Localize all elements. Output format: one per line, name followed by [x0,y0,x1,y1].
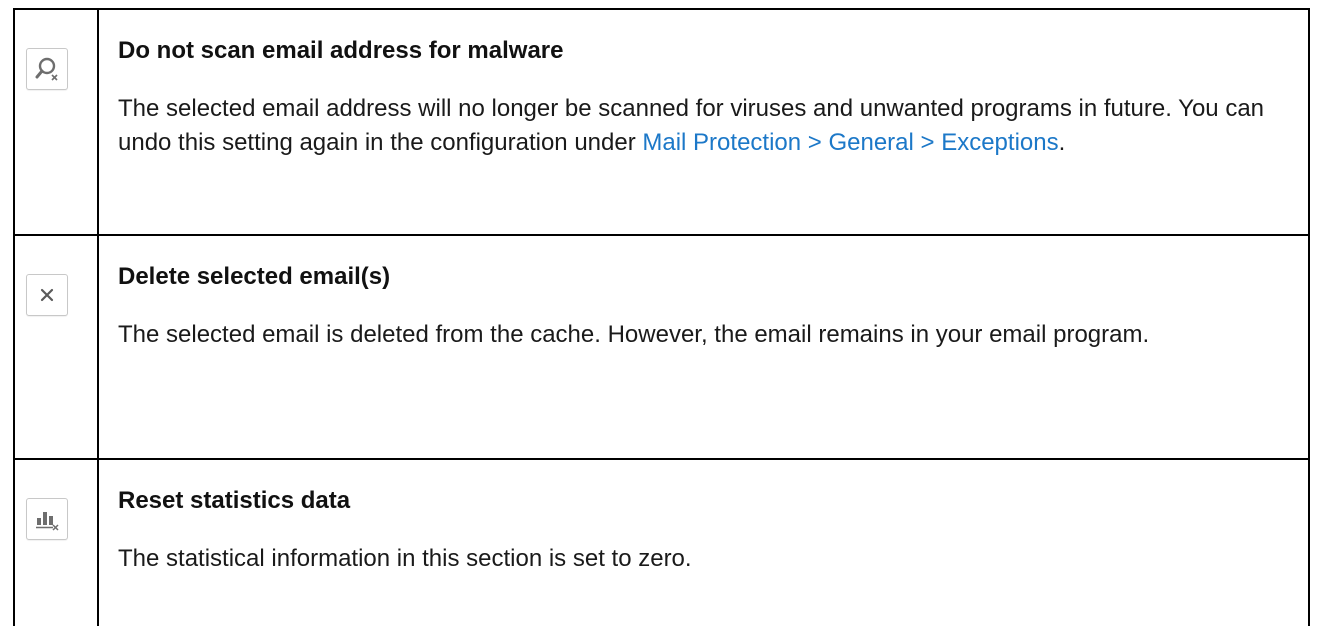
config-path-link[interactable]: Mail Protection > General > Exceptions [642,129,1058,156]
icon-cell [15,10,99,234]
table-row: Delete selected email(s) The selected em… [15,236,1308,460]
search-exclude-icon [26,48,68,90]
row-description: The statistical information in this sect… [118,545,692,572]
row-title: Do not scan email address for malware [118,37,564,64]
row-description: The selected email is deleted from the c… [118,321,1150,348]
icon-cell [15,460,99,626]
row-title: Reset statistics data [118,487,351,514]
text-cell: Reset statistics data The statistical in… [99,460,1308,626]
chart-reset-icon [26,498,68,540]
row-description: The selected email address will no longe… [118,92,1288,160]
text-cell: Delete selected email(s) The selected em… [99,236,1308,458]
close-icon [26,274,68,316]
table-row: Reset statistics data The statistical in… [15,460,1308,626]
help-table: Do not scan email address for malware Th… [13,8,1310,626]
icon-cell [15,236,99,458]
description-end: . [1058,129,1066,156]
text-cell: Do not scan email address for malware Th… [99,10,1308,234]
row-title: Delete selected email(s) [118,263,391,290]
table-row: Do not scan email address for malware Th… [15,10,1308,236]
